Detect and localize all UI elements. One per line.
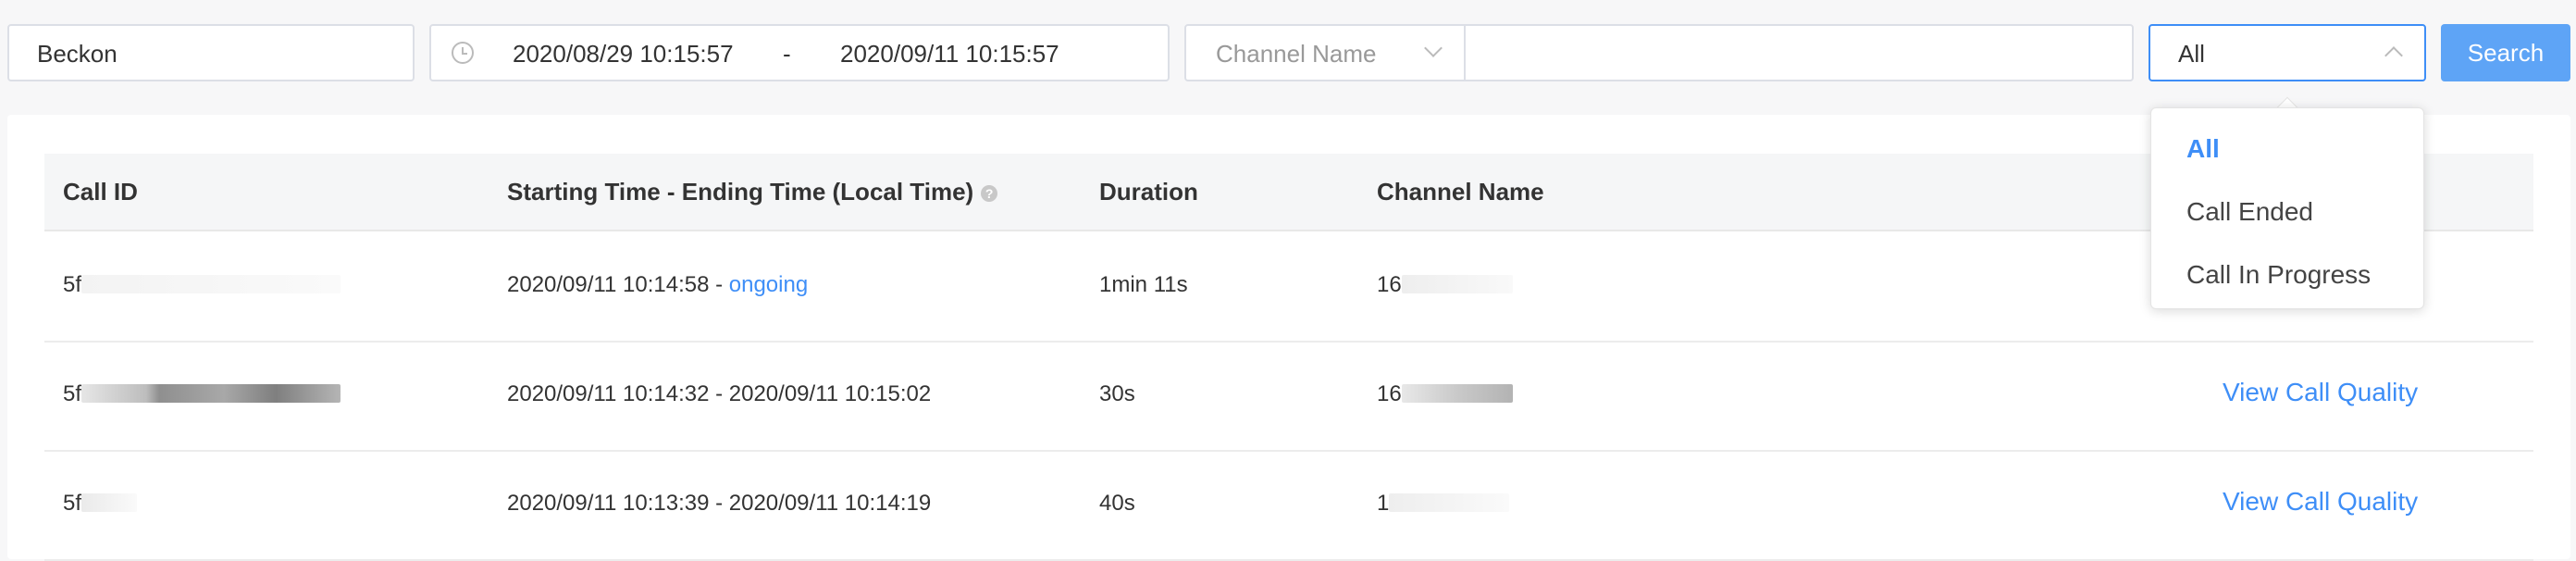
chevron-down-icon [1424,39,1443,57]
status-value: All [2178,40,2205,68]
start-time: 2020/09/11 10:14:58 - [507,272,724,297]
time-cell: 2020/09/11 10:14:58 - ongoing [507,272,808,298]
channel-name-input[interactable] [1464,24,2134,81]
help-icon[interactable]: ? [981,185,998,202]
table-row: 5f 2020/09/11 10:13:39 - 2020/09/11 10:1… [44,450,2533,561]
channel-cell: 16 [1377,381,1513,407]
end-time: 2020/09/11 10:15:02 [728,381,932,406]
duration-cell: 30s [1099,381,1135,406]
call-id-text: 5f [63,381,82,406]
call-id-text: 5f [63,491,82,516]
channel-text: 16 [1377,272,1402,297]
start-time: 2020/09/11 10:14:32 - [507,381,724,406]
channel-text: 1 [1377,491,1390,516]
header-duration: Duration [1099,178,1198,206]
date-range-picker[interactable]: 2020/08/29 10:15:57 - 2020/09/11 10:15:5… [429,24,1170,81]
chevron-up-icon [2384,46,2403,65]
time-cell: 2020/09/11 10:14:32 - 2020/09/11 10:15:0… [507,381,931,407]
company-value: Beckon [37,40,118,68]
call-id-cell: 5f [63,381,341,407]
time-cell: 2020/09/11 10:13:39 - 2020/09/11 10:14:1… [507,491,931,517]
redaction-mask [1389,493,1510,512]
duration-cell: 1min 11s [1099,272,1188,297]
redaction-mask [1401,275,1513,293]
clock-icon [452,42,474,64]
status-select[interactable]: All [2149,24,2426,81]
header-channel: Channel Name [1377,178,1544,206]
status-option-call-in-progress[interactable]: Call In Progress [2186,260,2371,290]
end-date[interactable]: 2020/09/11 10:15:57 [840,40,1059,69]
call-id-text: 5f [63,272,82,297]
redaction-mask [1401,384,1513,403]
search-type-select[interactable]: Channel Name [1184,24,1466,81]
end-time: 2020/09/11 10:14:19 [728,491,932,516]
start-date[interactable]: 2020/08/29 10:15:57 [513,40,734,69]
view-call-quality-link[interactable]: View Call Quality [2223,378,2418,407]
status-option-all[interactable]: All [2186,134,2220,164]
search-type-label: Channel Name [1216,40,1377,68]
channel-cell: 16 [1377,272,1513,298]
table-row: 5f 2020/09/11 10:14:32 - 2020/09/11 10:1… [44,341,2533,452]
range-separator: - [783,40,791,68]
status-dropdown-menu: All Call Ended Call In Progress [2150,107,2424,309]
search-button[interactable]: Search [2441,24,2570,81]
channel-text: 16 [1377,381,1402,406]
header-call-id: Call ID [63,178,138,206]
redaction-mask [81,493,138,512]
redaction-mask [81,384,341,403]
company-input[interactable]: Beckon [7,24,415,81]
end-time: ongoing [728,272,809,297]
status-option-call-ended[interactable]: Call Ended [2186,197,2313,227]
call-id-cell: 5f [63,491,138,517]
start-time: 2020/09/11 10:13:39 - [507,491,724,516]
channel-cell: 1 [1377,491,1510,517]
redaction-mask [81,275,341,293]
call-id-cell: 5f [63,272,341,298]
header-time: Starting Time - Ending Time (Local Time)… [507,178,998,206]
view-call-quality-link[interactable]: View Call Quality [2223,487,2418,517]
duration-cell: 40s [1099,491,1135,516]
header-time-label: Starting Time - Ending Time (Local Time) [507,178,974,206]
